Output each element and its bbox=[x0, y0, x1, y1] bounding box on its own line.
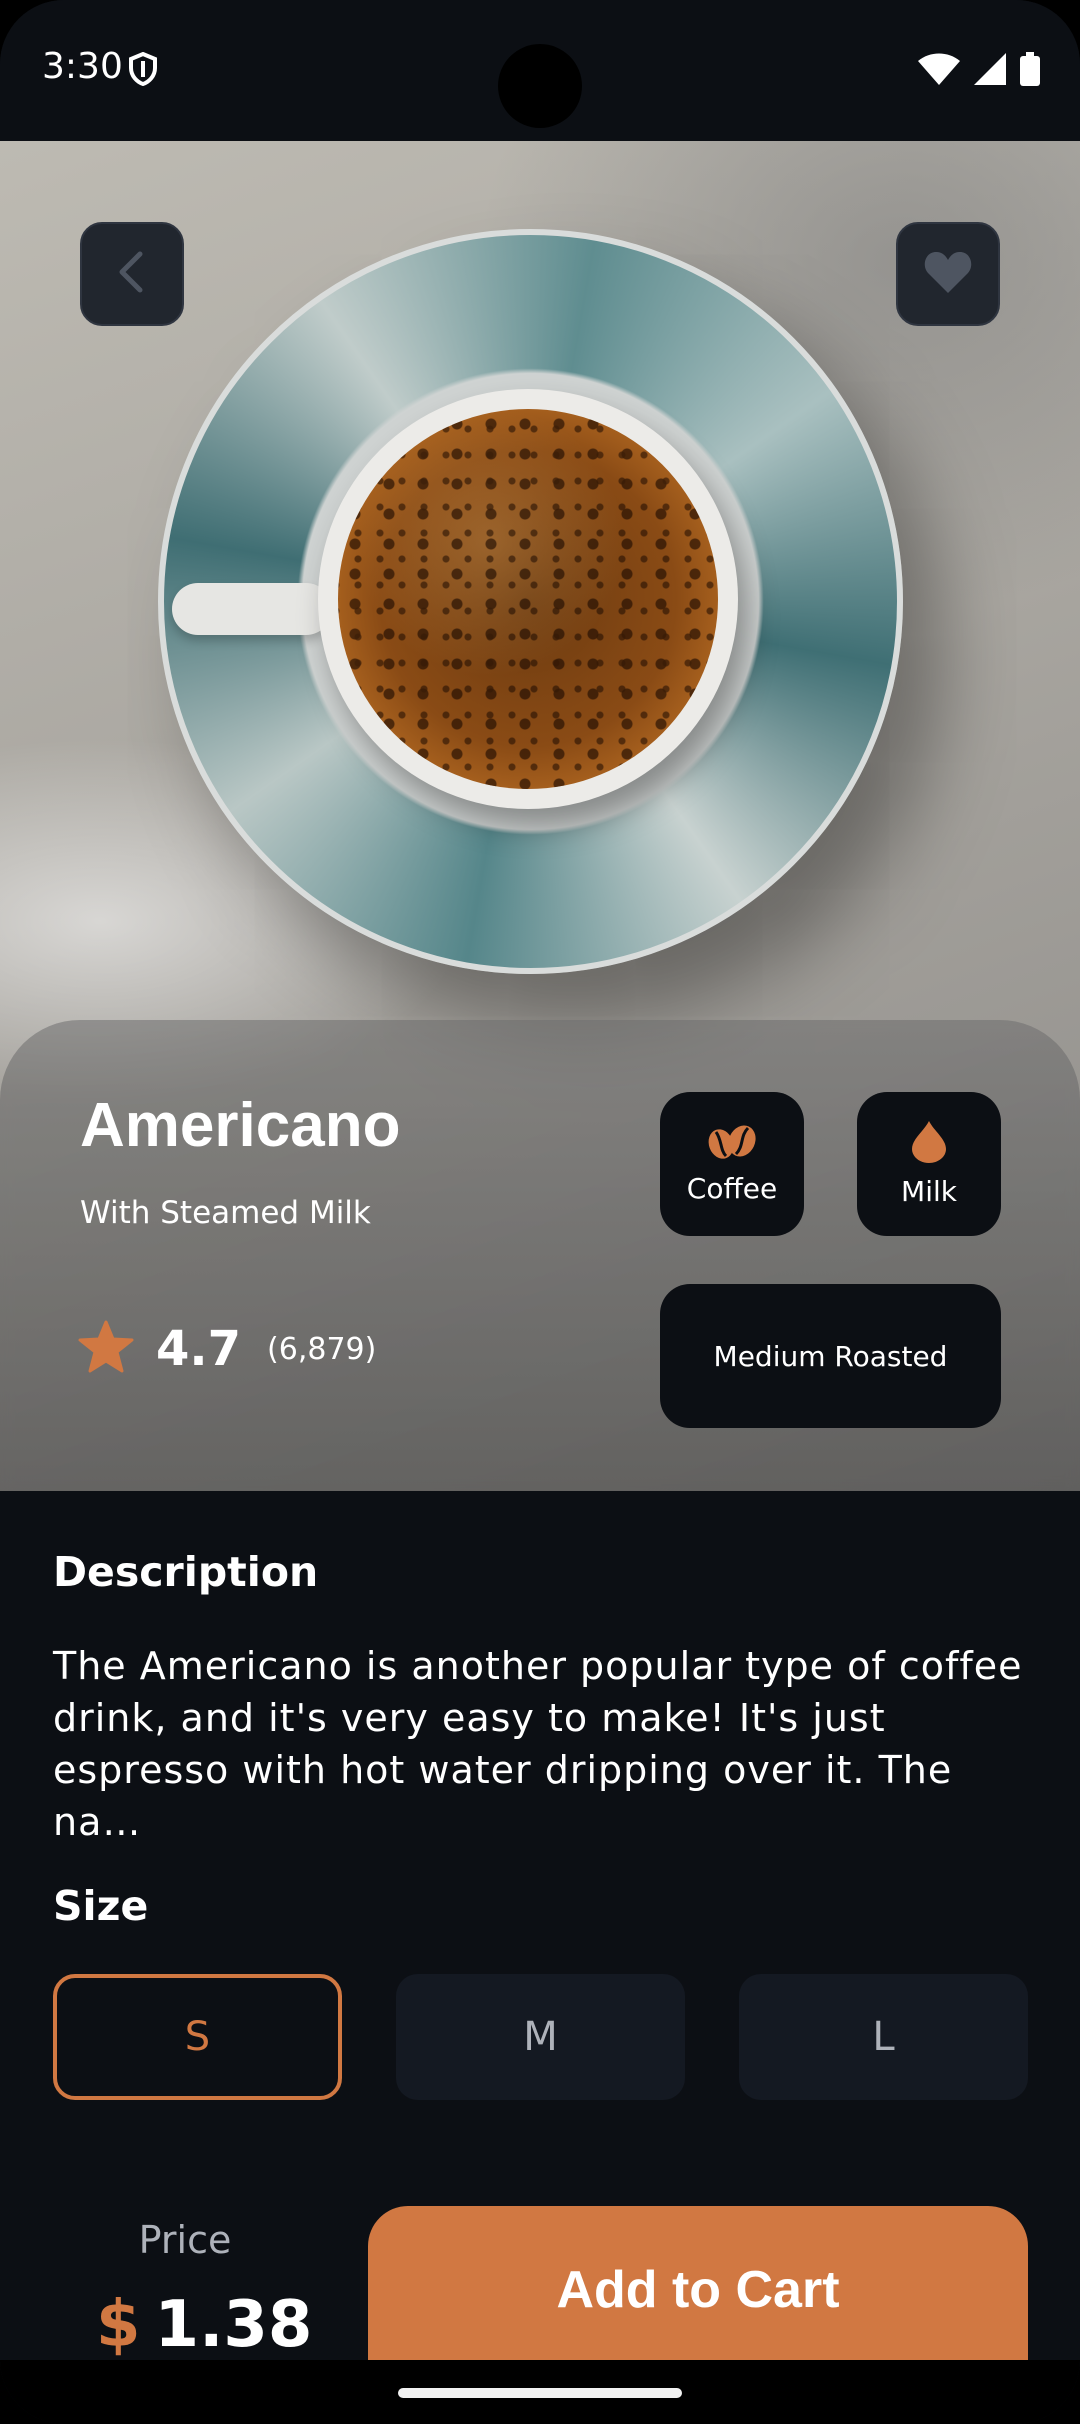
size-selector: S M L bbox=[53, 1974, 1028, 2100]
price-value: $1.38 bbox=[96, 2288, 312, 2362]
rating: 4.7 (6,879) bbox=[78, 1320, 376, 1378]
gesture-nav-handle[interactable] bbox=[398, 2388, 682, 2398]
currency-symbol: $ bbox=[96, 2288, 141, 2362]
back-button[interactable] bbox=[80, 222, 184, 326]
size-option-m[interactable]: M bbox=[396, 1974, 685, 2100]
price-amount: 1.38 bbox=[154, 2288, 313, 2362]
ingredient-label-coffee: Coffee bbox=[686, 1171, 778, 1205]
roast-chip: Medium Roasted bbox=[660, 1284, 1001, 1428]
description-title: Description bbox=[53, 1548, 319, 1596]
coffee-beans-icon bbox=[706, 1124, 758, 1164]
ingredient-chip-coffee: Coffee bbox=[660, 1092, 804, 1236]
description-text[interactable]: The Americano is another popular type of… bbox=[53, 1640, 1028, 1848]
status-bar: 3:30 bbox=[0, 0, 1080, 141]
status-time: 3:30 bbox=[42, 46, 123, 87]
add-to-cart-button[interactable]: Add to Cart bbox=[368, 2206, 1028, 2386]
milk-drop-icon bbox=[912, 1120, 946, 1167]
favorite-button[interactable] bbox=[896, 222, 1000, 326]
star-icon bbox=[78, 1320, 134, 1378]
battery-icon bbox=[1020, 52, 1040, 90]
rating-count: (6,879) bbox=[267, 1331, 377, 1367]
coffee-foam bbox=[338, 409, 718, 789]
rating-value: 4.7 bbox=[156, 1321, 242, 1377]
size-option-l[interactable]: L bbox=[739, 1974, 1028, 2100]
price-label: Price bbox=[138, 2218, 232, 2262]
wifi-icon bbox=[918, 53, 960, 89]
product-name: Americano bbox=[80, 1091, 401, 1160]
roast-label: Medium Roasted bbox=[713, 1339, 948, 1373]
cup-handle bbox=[172, 583, 332, 635]
shield-icon bbox=[128, 51, 158, 90]
size-option-s[interactable]: S bbox=[53, 1974, 342, 2100]
status-icons bbox=[918, 52, 1040, 90]
ingredient-label-milk: Milk bbox=[901, 1174, 957, 1208]
front-camera bbox=[498, 44, 582, 128]
heart-icon bbox=[924, 251, 972, 297]
size-title: Size bbox=[53, 1882, 149, 1930]
ingredient-chip-milk: Milk bbox=[857, 1092, 1001, 1236]
cellular-signal-icon bbox=[974, 53, 1006, 89]
chevron-left-icon bbox=[114, 250, 150, 298]
product-detail-screen: 3:30 Americano With Steamed Milk 4.7 (6,… bbox=[0, 0, 1080, 2424]
product-subtitle: With Steamed Milk bbox=[80, 1195, 371, 1231]
